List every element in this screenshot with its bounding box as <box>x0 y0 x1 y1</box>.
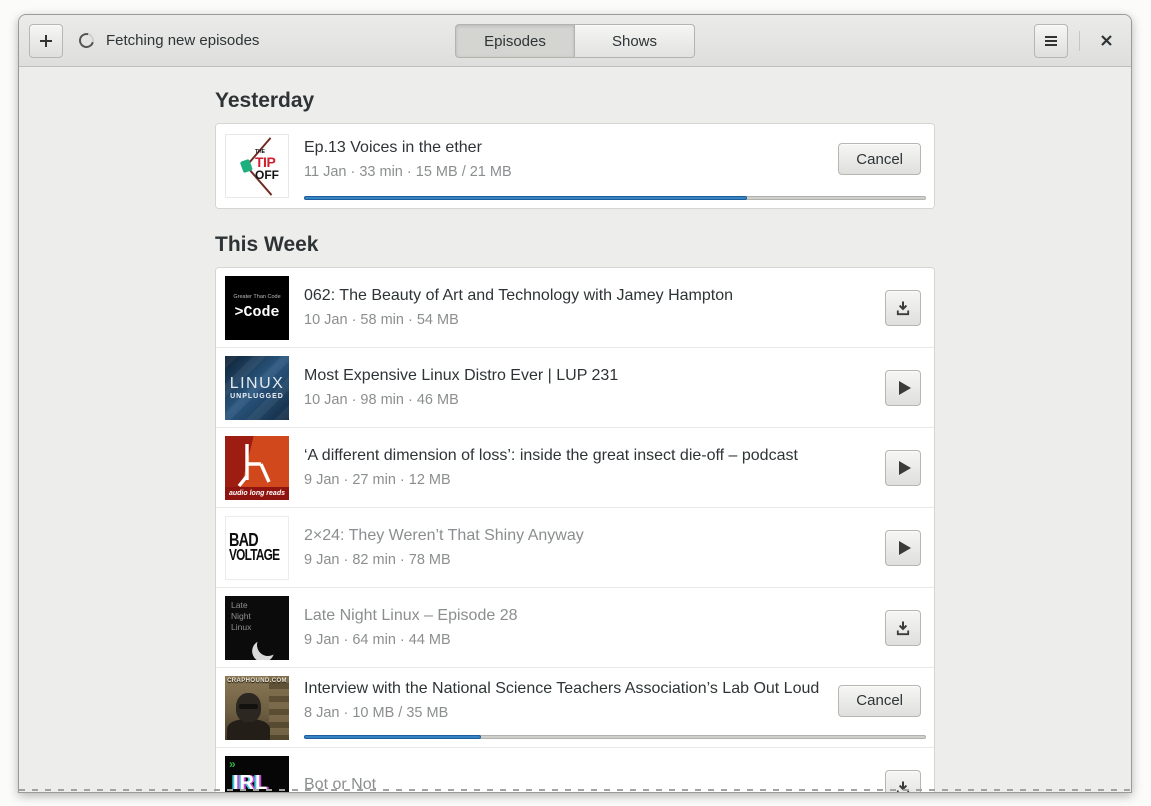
episode-row[interactable]: » IRL Bot or Not <box>216 748 934 792</box>
episode-row[interactable]: CRAPHOUND.COM Interview with the National… <box>216 668 934 748</box>
download-icon <box>896 781 910 792</box>
cancel-button[interactable]: Cancel <box>838 143 921 175</box>
episodes-column: Yesterday THE TIP OFF Ep.13 Voices in the et… <box>215 89 935 792</box>
episode-meta: 8 Jan · 10 MB / 35 MB <box>304 705 449 721</box>
section-heading: Yesterday <box>215 89 315 112</box>
episodes-view: Yesterday THE TIP OFF Ep.13 Voices in the et… <box>19 67 1131 792</box>
episode-info: Most Expensive Linux Distro Ever | LUP 2… <box>304 367 870 408</box>
episode-meta: 9 Jan · 64 min · 44 MB <box>304 632 451 648</box>
play-icon <box>898 540 911 555</box>
episode-row[interactable]: BAD VOLTAGE 2×24: They Weren’t That Shiny … <box>216 508 934 588</box>
episode-title: Interview with the National Science Teac… <box>304 680 824 697</box>
episode-list-card: THE TIP OFF Ep.13 Voices in the ether 11 Jan… <box>215 123 935 209</box>
episode-title: Ep.13 Voices in the ether <box>304 138 482 156</box>
episode-row[interactable]: THE TIP OFF Ep.13 Voices in the ether 11 Jan… <box>216 124 934 208</box>
tip-off-cover-art: THE TIP OFF <box>225 134 289 198</box>
play-button[interactable] <box>885 369 921 406</box>
loading-spinner-icon <box>76 30 97 51</box>
download-progress-fill <box>304 196 747 200</box>
episode-info: ‘A different dimension of loss’: inside … <box>304 447 870 488</box>
episode-title: Late Night Linux – Episode 28 <box>304 607 518 624</box>
episode-title: ‘A different dimension of loss’: inside … <box>304 447 798 464</box>
episode-meta: 10 Jan · 98 min · 46 MB <box>304 392 459 408</box>
window-controls <box>1034 23 1121 58</box>
plus-icon <box>40 34 52 47</box>
episode-info: Late Night Linux – Episode 28 9 Jan · 64 … <box>304 607 870 648</box>
crescent-moon-icon <box>255 631 281 657</box>
section-yesterday: Yesterday THE TIP OFF Ep.13 Voices in the et… <box>215 89 935 209</box>
episode-title: Most Expensive Linux Distro Ever | LUP 2… <box>304 367 619 384</box>
tab-episodes[interactable]: Episodes <box>455 24 575 58</box>
download-icon <box>896 621 910 635</box>
episode-meta: 11 Jan · 33 min · 15 MB / 21 MB <box>304 163 512 180</box>
status-text: Fetching new episodes <box>106 32 260 49</box>
play-button[interactable] <box>885 529 921 566</box>
download-progress-bar <box>304 196 926 200</box>
episode-row[interactable]: LINUX UNPLUGGED Most Expensive Linux Distr… <box>216 348 934 428</box>
late-night-linux-cover-art: Late Night Linux <box>225 595 289 660</box>
download-progress-bar <box>304 735 926 739</box>
episode-row[interactable]: audio long reads ‘A different dimension o… <box>216 428 934 508</box>
download-progress-fill <box>304 735 482 739</box>
controls-separator <box>1079 30 1080 51</box>
play-icon <box>898 460 911 475</box>
close-button[interactable] <box>1091 26 1121 56</box>
bad-voltage-cover-art: BAD VOLTAGE <box>225 515 289 580</box>
close-icon <box>1100 35 1112 46</box>
add-podcast-button[interactable] <box>29 23 63 58</box>
tab-shows[interactable]: Shows <box>575 24 695 58</box>
cancel-button[interactable]: Cancel <box>838 684 921 717</box>
podcasts-app-window: Fetching new episodes Episodes Shows Yes… <box>18 14 1132 793</box>
episode-meta: 9 Jan · 82 min · 78 MB <box>304 552 451 568</box>
play-button[interactable] <box>885 449 921 486</box>
episode-title: 2×24: They Weren’t That Shiny Anyway <box>304 527 584 544</box>
hamburger-icon <box>1045 35 1057 46</box>
episode-row[interactable]: Greater Than Code >Code 062: The Beauty of… <box>216 268 934 348</box>
episode-title: 062: The Beauty of Art and Technology wi… <box>304 287 733 304</box>
download-icon <box>896 301 910 315</box>
episode-info: 062: The Beauty of Art and Technology wi… <box>304 287 870 328</box>
episode-row[interactable]: Late Night Linux Late Night Linux – Episode… <box>216 588 934 668</box>
section-this-week: This Week Greater Than Code >Code 062: The … <box>215 233 935 792</box>
episode-meta: 10 Jan · 58 min · 54 MB <box>304 312 459 328</box>
episode-list-card: Greater Than Code >Code 062: The Beauty of… <box>215 267 935 792</box>
menu-button[interactable] <box>1034 23 1068 58</box>
view-switcher: Episodes Shows <box>455 24 695 58</box>
section-heading: This Week <box>215 233 319 256</box>
download-button[interactable] <box>885 289 921 326</box>
greater-than-code-cover-art: Greater Than Code >Code <box>225 275 289 340</box>
episode-info: Interview with the National Science Teac… <box>304 680 823 721</box>
episode-info: Ep.13 Voices in the ether 11 Jan · 33 min… <box>304 139 823 180</box>
irl-cover-art: » IRL <box>225 756 289 792</box>
episode-meta: 9 Jan · 27 min · 12 MB <box>304 472 451 488</box>
play-icon <box>898 380 911 395</box>
audio-long-reads-cover-art: audio long reads <box>225 435 289 500</box>
craphound-cover-art: CRAPHOUND.COM <box>225 675 289 740</box>
download-button[interactable] <box>885 609 921 646</box>
scroll-undershoot-indicator <box>19 789 1131 791</box>
episode-info: 2×24: They Weren’t That Shiny Anyway 9 Ja… <box>304 527 870 568</box>
linux-unplugged-cover-art: LINUX UNPLUGGED <box>225 355 289 420</box>
header-bar: Fetching new episodes Episodes Shows <box>19 15 1131 67</box>
